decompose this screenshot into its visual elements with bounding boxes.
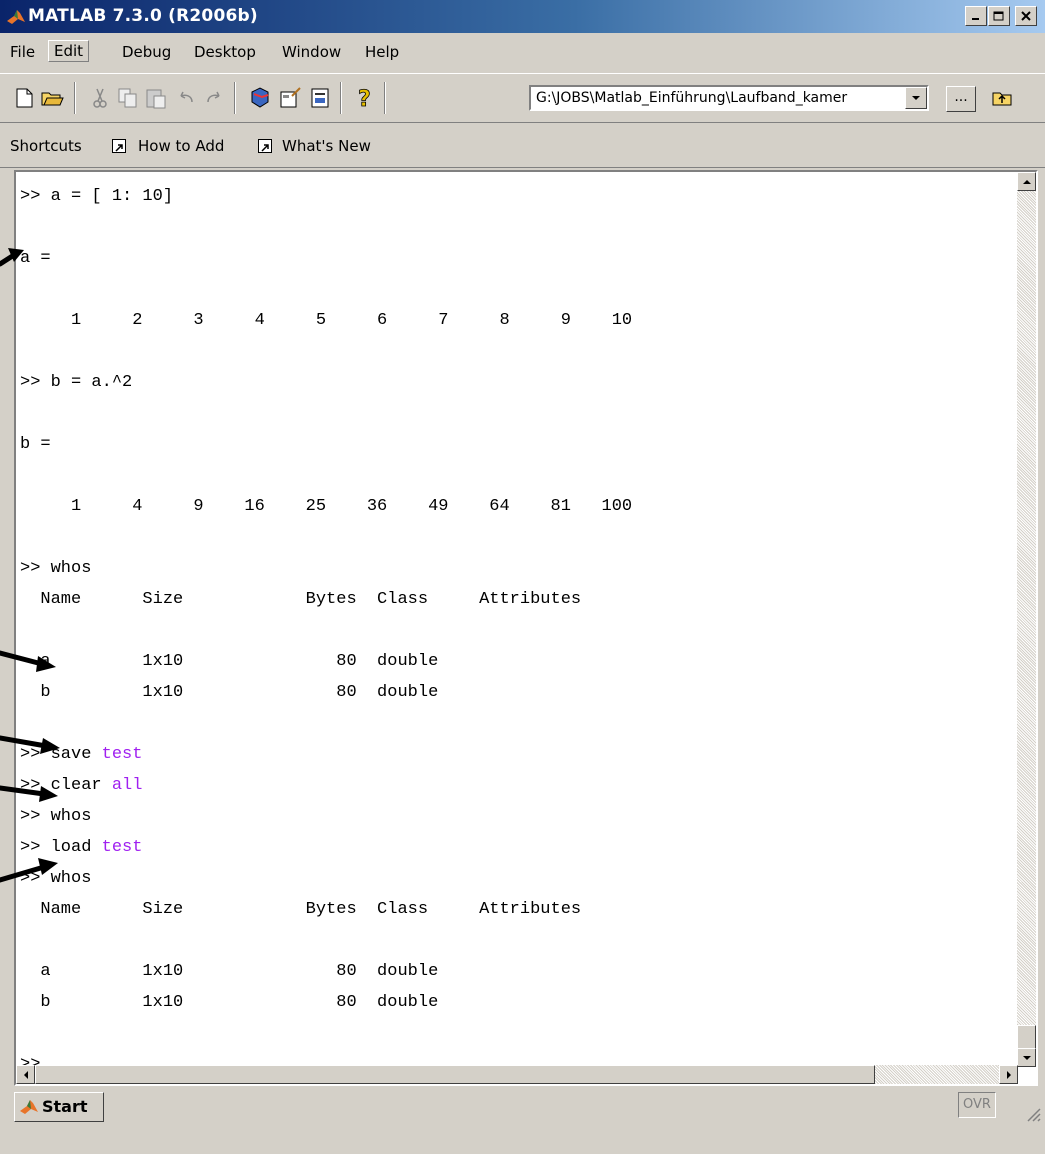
- command-window[interactable]: >> a = [ 1: 10] a = 1 2 3 4 5 6 7 8 9 10…: [14, 170, 1038, 1086]
- close-button[interactable]: [1015, 6, 1037, 26]
- open-folder-icon[interactable]: [40, 86, 64, 110]
- window-title: MATLAB 7.3.0 (R2006b): [28, 6, 258, 26]
- guide-icon[interactable]: [278, 86, 302, 110]
- toolbar-separator: [340, 82, 342, 114]
- maximize-icon: [993, 11, 1004, 20]
- scroll-down-button[interactable]: [1017, 1048, 1036, 1067]
- start-label: Start: [42, 1097, 88, 1116]
- directory-dropdown-button[interactable]: [905, 87, 927, 109]
- console-line: Name Size Bytes Class Attributes: [20, 900, 582, 919]
- redo-icon[interactable]: [202, 86, 226, 110]
- scroll-left-button[interactable]: [16, 1065, 35, 1084]
- console-line: >> save test: [20, 745, 143, 764]
- paste-icon[interactable]: [144, 86, 168, 110]
- annotation-arrow: [0, 252, 17, 267]
- profiler-icon[interactable]: [308, 86, 332, 110]
- matlab-logo-icon: [20, 1100, 38, 1114]
- scroll-right-button[interactable]: [999, 1065, 1018, 1084]
- menu-help[interactable]: Help: [365, 43, 399, 61]
- console-line: >> load test: [20, 838, 143, 857]
- menu-bar: File Edit Debug Desktop Window Help: [0, 33, 1045, 73]
- menu-window[interactable]: Window: [282, 43, 341, 61]
- arrow-down-icon: [1022, 1055, 1031, 1060]
- new-file-icon[interactable]: [12, 86, 36, 110]
- arrow-right-icon: [1006, 1070, 1011, 1079]
- toolbar-separator: [234, 82, 236, 114]
- matlab-logo-icon: [7, 10, 25, 24]
- toolbar: ? G:\JOBS\Matlab_Einführung\Laufband_kam…: [0, 73, 1045, 123]
- close-icon: [1021, 11, 1031, 21]
- console-line: b 1x10 80 double: [20, 993, 439, 1012]
- title-bar[interactable]: MATLAB 7.3.0 (R2006b): [0, 0, 1045, 33]
- copy-icon[interactable]: [116, 86, 140, 110]
- menu-edit[interactable]: Edit: [48, 40, 90, 62]
- horizontal-scroll-track[interactable]: [875, 1065, 999, 1084]
- vertical-scrollbar[interactable]: [1017, 172, 1036, 1067]
- start-button[interactable]: Start: [14, 1092, 104, 1122]
- status-bar: Start OVR: [0, 1088, 1045, 1154]
- up-folder-icon[interactable]: [990, 86, 1014, 110]
- overwrite-mode-indicator: OVR: [958, 1092, 996, 1118]
- current-directory-field[interactable]: G:\JOBS\Matlab_Einführung\Laufband_kamer: [529, 85, 929, 111]
- console-line: >> whos: [20, 869, 92, 888]
- horizontal-scrollbar[interactable]: [16, 1065, 1018, 1084]
- shortcut-icon: [258, 139, 272, 153]
- console-line: >> whos: [20, 807, 92, 826]
- console-line: Name Size Bytes Class Attributes: [20, 590, 582, 609]
- toolbar-separator: [74, 82, 76, 114]
- console-line: a =: [20, 249, 51, 268]
- menu-debug[interactable]: Debug: [122, 43, 171, 61]
- horizontal-scroll-thumb[interactable]: [35, 1065, 875, 1084]
- console-line: a 1x10 80 double: [20, 652, 439, 671]
- console-line: a 1x10 80 double: [20, 962, 439, 981]
- toolbar-separator: [384, 82, 386, 114]
- svg-text:?: ?: [358, 87, 371, 110]
- shortcuts-label: Shortcuts: [10, 137, 82, 155]
- shortcut-whats-new[interactable]: What's New: [282, 137, 371, 155]
- cut-icon[interactable]: [88, 86, 112, 110]
- console-line: 1 4 9 16 25 36 49 64 81 100: [20, 497, 633, 516]
- console-line: >> whos: [20, 559, 92, 578]
- maximize-button[interactable]: [988, 6, 1010, 26]
- shortcut-icon: [112, 139, 126, 153]
- console-line: b 1x10 80 double: [20, 683, 439, 702]
- help-icon[interactable]: ?: [352, 86, 376, 110]
- console-line: b =: [20, 435, 51, 454]
- console-line: 1 2 3 4 5 6 7 8 9 10: [20, 311, 633, 330]
- resize-grip-icon[interactable]: [1025, 1106, 1041, 1122]
- browse-directory-button[interactable]: ...: [946, 86, 976, 112]
- arrow-up-icon: [1022, 179, 1031, 184]
- shortcut-how-to-add[interactable]: How to Add: [138, 137, 224, 155]
- menu-file[interactable]: File: [10, 43, 35, 61]
- console-line: >> b = a.^2: [20, 373, 133, 392]
- minimize-icon: [972, 18, 979, 20]
- simulink-icon[interactable]: [248, 86, 272, 110]
- minimize-button[interactable]: [965, 6, 987, 26]
- console-line: >> clear all: [20, 776, 143, 795]
- shortcuts-bar: Shortcuts How to Add What's New: [0, 124, 1045, 168]
- console-line: >> a = [ 1: 10]: [20, 187, 174, 206]
- undo-icon[interactable]: [174, 86, 198, 110]
- chevron-down-icon: [912, 96, 920, 100]
- arrow-left-icon: [23, 1070, 28, 1079]
- menu-desktop[interactable]: Desktop: [194, 43, 256, 61]
- scroll-up-button[interactable]: [1017, 172, 1036, 191]
